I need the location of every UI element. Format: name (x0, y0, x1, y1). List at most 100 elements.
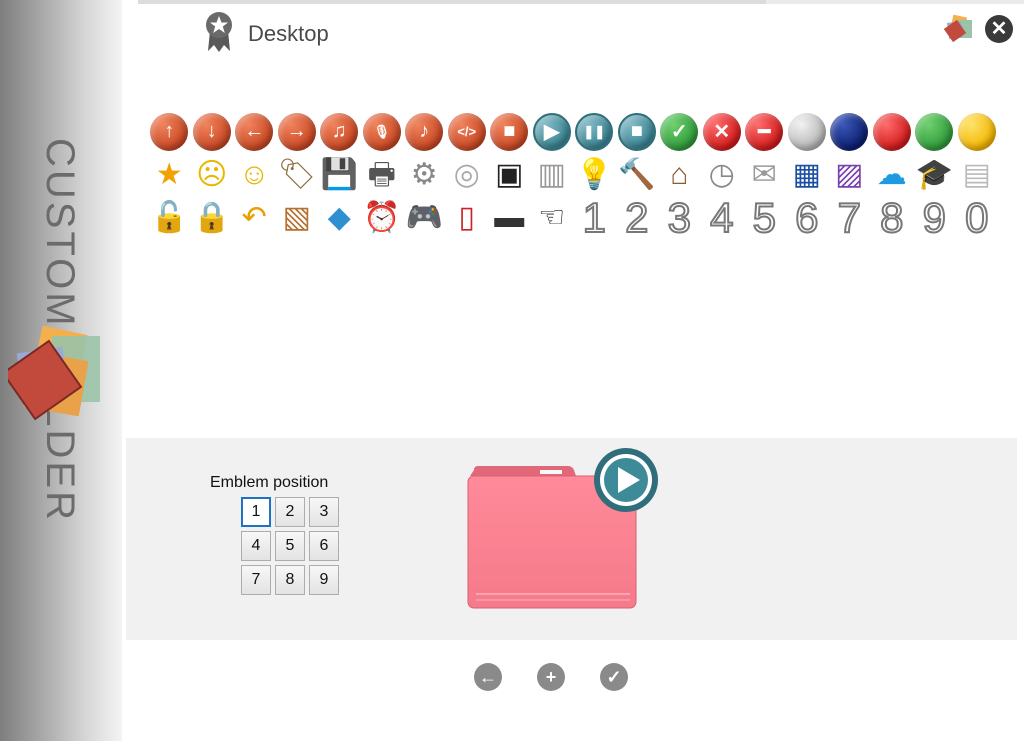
picture-icon: ▨ (835, 157, 864, 191)
emblem-minus[interactable]: ━ (743, 111, 786, 153)
emblem-digit-8[interactable]: 8 (871, 195, 914, 239)
app-logo-icon[interactable] (944, 14, 974, 44)
emblem-check[interactable]: ✓ (658, 111, 701, 153)
folder-preview (467, 448, 658, 609)
emblem-code[interactable]: </> (446, 111, 489, 153)
emblem-graduation-cap[interactable]: 🎓 (913, 154, 956, 196)
emblem-row: 🔓 🔒 ↶ ▧ ◆ ⏰ 🎮 ▯ ▬ ☜ 1 2 3 4 5 6 7 8 9 0 (148, 193, 1000, 241)
emblem-tag[interactable]: 🏷 (276, 154, 319, 196)
close-button[interactable]: ✕ (985, 15, 1013, 43)
emblem-arrow-right[interactable]: → (276, 111, 319, 153)
emblem-digit-7[interactable]: 7 (828, 193, 871, 241)
digit-0-icon: 0 (964, 193, 989, 241)
digit-4-icon: 4 (709, 193, 734, 241)
emblem-digit-5[interactable]: 5 (743, 195, 786, 239)
emblem-note[interactable]: ♪ (403, 111, 446, 153)
add-icon: + (545, 667, 557, 687)
emblem-camera[interactable]: ■ (488, 111, 531, 153)
apply-button[interactable]: ✓ (600, 663, 628, 691)
emblem-arrow-up[interactable]: ↑ (148, 111, 191, 153)
emblem-drawers[interactable]: ▥ (531, 154, 574, 196)
emblem-sad-face[interactable]: ☹ (191, 154, 234, 196)
position-button-7[interactable]: 7 (241, 565, 271, 595)
emblem-digit-6[interactable]: 6 (786, 195, 829, 239)
cloud-icon: ☁ (876, 157, 907, 191)
emblem-gamepad[interactable]: 🎮 (403, 197, 446, 239)
emblem-digit-0[interactable]: 0 (956, 193, 999, 241)
breadcrumb[interactable]: Desktop (204, 6, 329, 56)
emblem-clock[interactable]: ◷ (701, 154, 744, 196)
emblem-return-arrow[interactable]: ↶ (233, 197, 276, 239)
emblem-play[interactable]: ▶ (531, 111, 574, 153)
position-button-8[interactable]: 8 (275, 565, 305, 595)
hammer-icon: 🔨 (618, 157, 656, 191)
emblem-floppy-disk[interactable]: 💾 (318, 154, 361, 196)
position-button-2[interactable]: 2 (275, 497, 305, 527)
emblem-picture[interactable]: ▨ (828, 154, 871, 196)
emblem-terminal[interactable]: ▣ (488, 154, 531, 196)
position-button-5[interactable]: 5 (275, 531, 305, 561)
emblem-printer[interactable]: 🖶 (361, 154, 404, 196)
emblem-red-ball[interactable] (871, 111, 914, 153)
emblem-digit-1[interactable]: 1 (573, 195, 616, 239)
emblem-notepad[interactable]: ▤ (956, 154, 999, 196)
breadcrumb-location: Desktop (248, 21, 329, 46)
action-bar: ← + ✓ (474, 663, 628, 691)
terminal-icon: ▣ (495, 157, 524, 191)
apply-icon: ✓ (606, 667, 622, 687)
emblem-book[interactable]: ▯ (446, 197, 489, 239)
emblem-microphone[interactable]: 🎙 (361, 111, 404, 153)
emblem-puzzle[interactable]: ◆ (318, 197, 361, 239)
emblem-alarm[interactable]: ⏰ (361, 197, 404, 239)
emblem-digit-3[interactable]: 3 (658, 193, 701, 241)
emblem-map[interactable]: ▧ (276, 197, 319, 239)
digit-3-icon: 3 (667, 193, 692, 241)
arcade-icon: ▦ (792, 157, 821, 191)
emblem-house[interactable]: ⌂ (658, 154, 701, 196)
emblem-hand-pointer[interactable]: ☜ (531, 197, 574, 239)
position-button-3[interactable]: 3 (309, 497, 339, 527)
emblem-cloud[interactable]: ☁ (871, 154, 914, 196)
emblem-pause[interactable]: ❚❚ (573, 111, 616, 153)
emblem-cross[interactable]: ✕ (701, 111, 744, 153)
emblem-lightbulb[interactable]: 💡 (573, 154, 616, 196)
position-button-6[interactable]: 6 (309, 531, 339, 561)
emblem-navy-ball[interactable] (828, 111, 871, 153)
gear-icon: ⚙ (410, 157, 438, 191)
emblem-smiley[interactable]: ☺ (233, 154, 276, 196)
hand-pointer-icon: ☜ (538, 200, 566, 234)
emblem-gear[interactable]: ⚙ (403, 154, 446, 196)
emblem-envelope[interactable]: ✉ (743, 154, 786, 196)
emblem-disc[interactable]: ◎ (446, 154, 489, 196)
emblem-arrow-left[interactable]: ← (233, 111, 276, 153)
emblem-lock-closed[interactable]: 🔒 (191, 197, 234, 239)
back-button[interactable]: ← (474, 663, 502, 691)
emblem-hammer[interactable]: 🔨 (616, 154, 659, 196)
position-button-4[interactable]: 4 (241, 531, 271, 561)
emblem-dash[interactable]: ▬ (488, 197, 531, 239)
emblem-green-ball[interactable] (913, 111, 956, 153)
position-button-9[interactable]: 9 (309, 565, 339, 595)
add-button[interactable]: + (537, 663, 565, 691)
emblem-star[interactable]: ★ (148, 154, 191, 196)
emblem-arrow-down[interactable]: ↓ (191, 111, 234, 153)
emblem-yellow-ball[interactable] (956, 111, 999, 153)
top-strip-right (766, 0, 1024, 4)
emblem-arcade[interactable]: ▦ (786, 154, 829, 196)
emblem-gray-ball[interactable] (786, 111, 829, 153)
arrow-down-icon: ↓ (192, 112, 231, 151)
check-icon: ✓ (660, 112, 699, 151)
clock-icon: ◷ (708, 157, 735, 191)
book-icon: ▯ (458, 200, 475, 234)
emblem-music[interactable]: ♫ (318, 111, 361, 153)
emblem-digit-9[interactable]: 9 (913, 195, 956, 239)
emblem-digit-4[interactable]: 4 (701, 193, 744, 241)
digit-7-icon: 7 (837, 193, 862, 241)
emblem-stop[interactable]: ■ (616, 111, 659, 153)
emblem-digit-2[interactable]: 2 (616, 195, 659, 239)
position-button-1[interactable]: 1 (241, 497, 271, 527)
award-ribbon-icon (206, 12, 232, 52)
emblem-lock-open[interactable]: 🔓 (148, 197, 191, 239)
return-arrow-icon: ↶ (241, 200, 267, 234)
alarm-icon: ⏰ (363, 200, 401, 234)
